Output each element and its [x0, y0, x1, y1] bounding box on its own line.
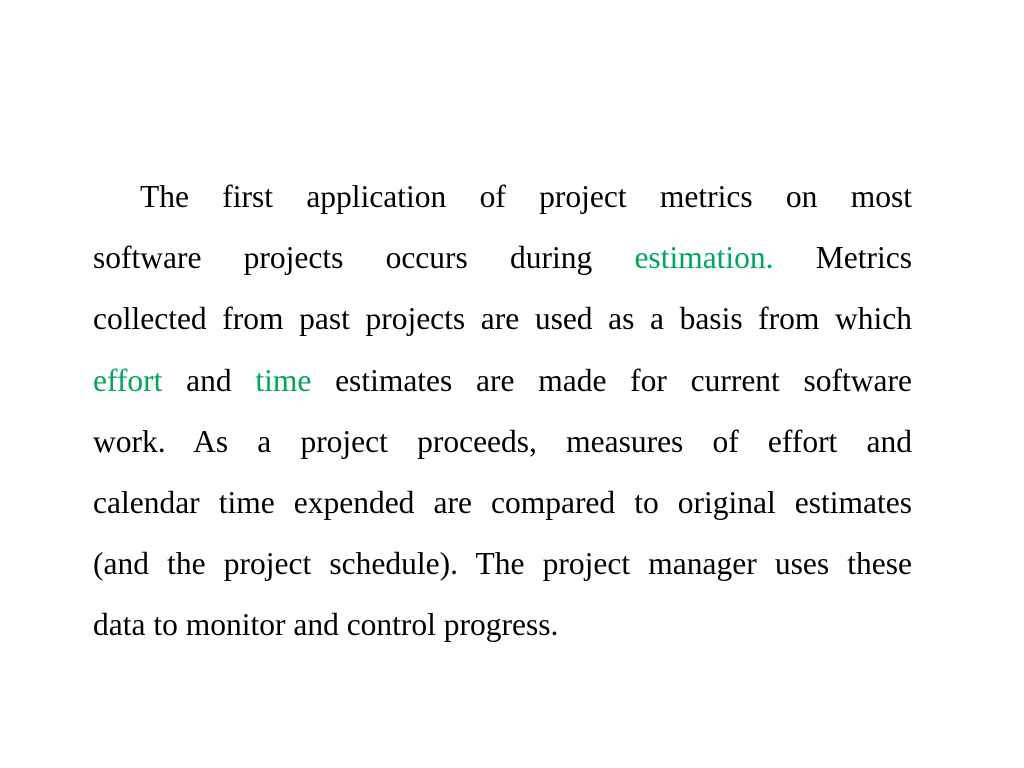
text-line-2-segment-1: software projects occurs during: [93, 240, 635, 276]
text-line-7: (and the project schedule). The project …: [93, 533, 912, 594]
slide-canvas: The first application of project metrics…: [0, 0, 1024, 768]
highlight-term-effort: effort: [93, 362, 163, 398]
text-line-3-segment-1: collected from past projects are used as…: [93, 301, 912, 337]
text-line-5-segment-1: work. As a project proceeds, measures of…: [93, 423, 912, 459]
text-line-3: collected from past projects are used as…: [93, 288, 912, 349]
text-line-8-segment-1: data to monitor and control progress.: [93, 607, 559, 643]
text-line-5: work. As a project proceeds, measures of…: [93, 411, 912, 472]
text-line-2: software projects occurs during estimati…: [93, 227, 912, 288]
text-line-7-segment-1: (and the project schedule). The project …: [93, 546, 912, 582]
body-text-block: The first application of project metrics…: [93, 166, 912, 656]
text-line-8: data to monitor and control progress.: [93, 594, 912, 655]
text-line-4: effort and time estimates are made for c…: [93, 350, 912, 411]
text-line-6: calendar time expended are compared to o…: [93, 472, 912, 533]
text-line-2-segment-3: Metrics: [773, 240, 912, 276]
text-line-1: The first application of project metrics…: [93, 166, 912, 227]
text-line-4-segment-2: and: [162, 362, 256, 398]
highlight-term-time: time: [255, 362, 312, 398]
text-line-1-segment-1: The first application of project metrics…: [140, 179, 912, 214]
paragraph-project-metrics: The first application of project metrics…: [93, 166, 912, 656]
text-line-4-segment-4: estimates are made for current software: [311, 362, 912, 398]
text-line-6-segment-1: calendar time expended are compared to o…: [93, 485, 912, 521]
highlight-term-estimation: estimation.: [634, 240, 774, 276]
